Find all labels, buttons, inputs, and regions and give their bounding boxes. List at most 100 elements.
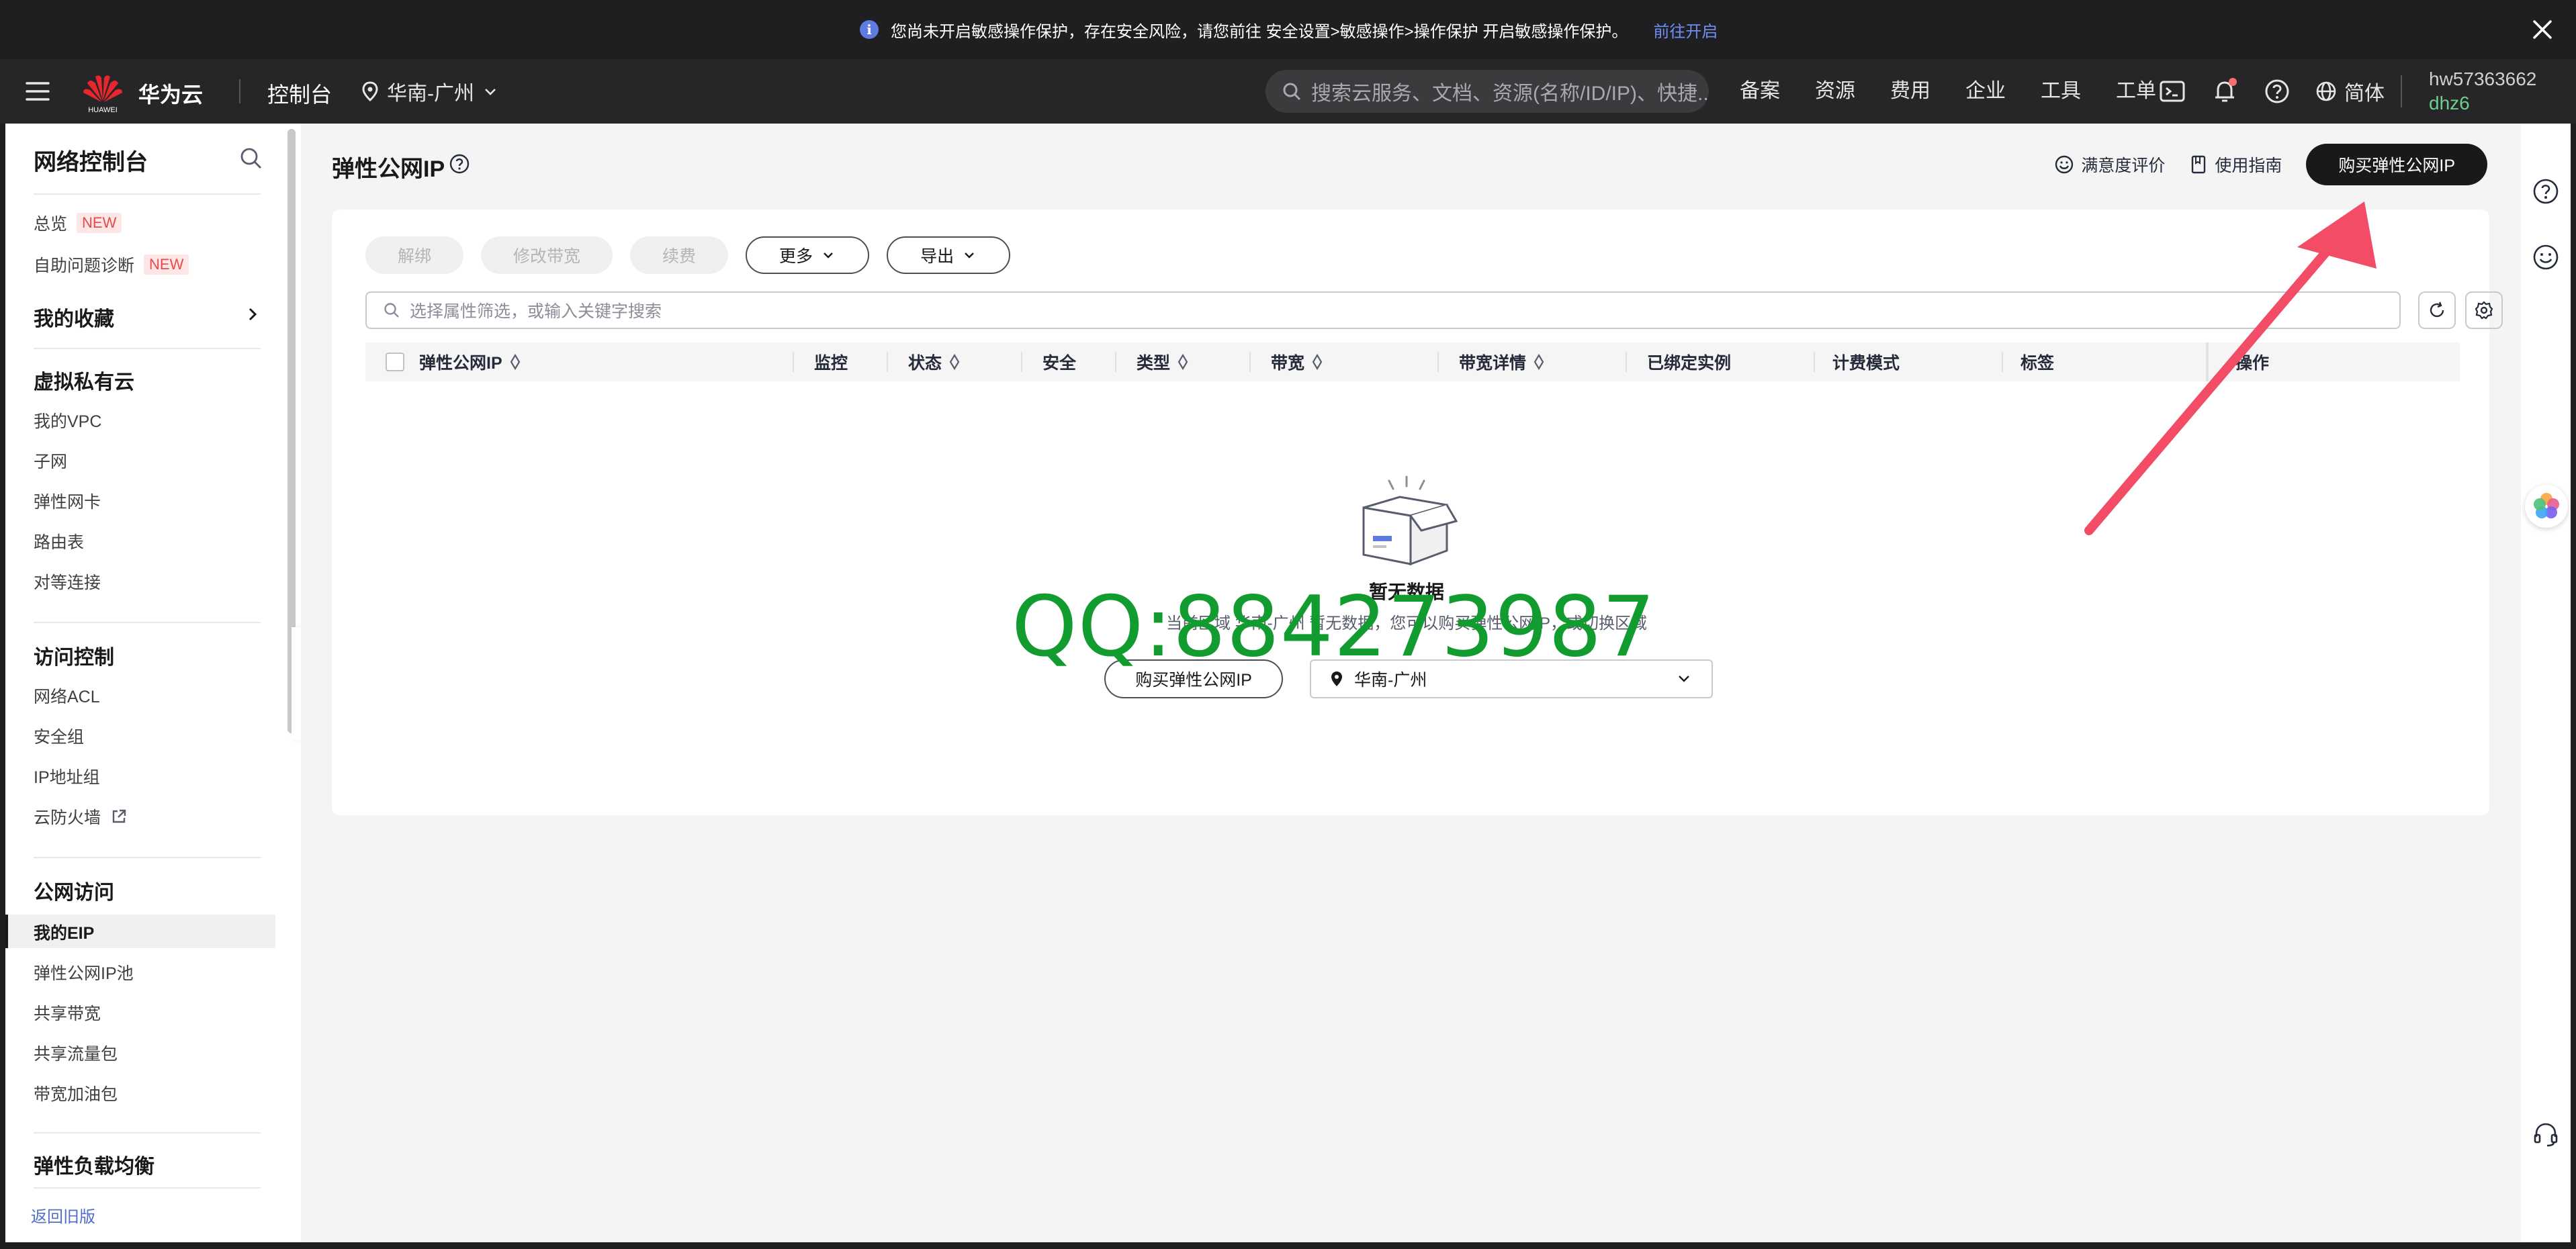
globe-icon (2315, 80, 2338, 103)
refresh-icon (2427, 300, 2447, 320)
user-account[interactable]: hw57363662 dhz6 (2429, 67, 2536, 115)
sidebar-item-cloud-firewall[interactable]: 云防火墙 (34, 804, 128, 829)
more-dropdown[interactable]: 更多 (746, 236, 870, 274)
sort-icon[interactable] (1177, 353, 1189, 371)
column-eip[interactable]: 弹性公网IP (419, 342, 521, 381)
menu-icon[interactable] (24, 79, 51, 103)
sidebar-item-ip-group[interactable]: IP地址组 (34, 764, 100, 788)
terminal-icon[interactable] (2158, 77, 2187, 106)
huawei-logo-icon[interactable] (81, 71, 125, 111)
checkbox[interactable] (386, 353, 404, 371)
sidebar-item-eni[interactable]: 弹性网卡 (34, 489, 101, 513)
renew-button[interactable]: 续费 (630, 236, 729, 274)
column-monitor: 监控 (814, 342, 848, 381)
back-to-old-version-link[interactable]: 返回旧版 (31, 1203, 95, 1227)
column-status[interactable]: 状态 (908, 342, 961, 381)
sidebar-item-my-vpc[interactable]: 我的VPC (34, 408, 101, 432)
ai-assistant-icon[interactable] (2525, 485, 2568, 528)
nav-resources[interactable]: 资源 (1815, 74, 1855, 103)
sidebar-divider (34, 1187, 261, 1189)
column-bandwidth[interactable]: 带宽 (1271, 342, 1323, 381)
smile-icon[interactable] (2532, 243, 2560, 271)
column-type[interactable]: 类型 (1137, 342, 1189, 381)
search-icon (383, 302, 400, 319)
column-separator (2206, 342, 2209, 381)
column-separator (2002, 352, 2003, 372)
column-label: 带宽详情 (1459, 354, 1527, 373)
select-all-checkbox[interactable] (386, 342, 404, 381)
sidebar-item-shared-bandwidth[interactable]: 共享带宽 (34, 1001, 101, 1025)
sidebar-item-overview[interactable]: 总览 NEW (34, 211, 122, 235)
sidebar-item-bandwidth-addon[interactable]: 带宽加油包 (34, 1081, 118, 1105)
sidebar-favorites[interactable]: 我的收藏 (34, 302, 261, 332)
language-switch[interactable]: 简体 (2315, 77, 2385, 106)
info-icon: i (860, 20, 879, 39)
window-edge (0, 1242, 2576, 1249)
modify-bandwidth-button[interactable]: 修改带宽 (481, 236, 613, 274)
close-icon[interactable] (2529, 16, 2556, 43)
sidebar-item-diagnose[interactable]: 自助问题诊断 NEW (34, 252, 189, 277)
console-link[interactable]: 控制台 (267, 78, 332, 109)
nav-beian[interactable]: 备案 (1740, 74, 1780, 103)
settings-button[interactable] (2465, 291, 2503, 329)
sort-icon[interactable] (948, 353, 961, 371)
banner-text: 您尚未开启敏感操作保护，存在安全风险，请您前往 安全设置>敏感操作>操作保护 开… (891, 22, 1628, 41)
sort-icon[interactable] (509, 353, 521, 371)
sidebar-item-shared-data-package[interactable]: 共享流量包 (34, 1041, 118, 1065)
sidebar-divider (34, 857, 261, 858)
column-separator (1814, 352, 1815, 372)
nav-tools[interactable]: 工具 (2041, 74, 2081, 103)
buy-eip-button[interactable]: 购买弹性公网IP (2306, 144, 2487, 185)
nav-enterprise[interactable]: 企业 (1965, 74, 2006, 103)
user-name: hw57363662 (2429, 68, 2537, 89)
sort-icon[interactable] (1311, 353, 1323, 371)
brand-name[interactable]: 华为云 (138, 78, 203, 109)
sidebar-item-peering[interactable]: 对等连接 (34, 569, 101, 594)
new-badge: NEW (77, 213, 122, 233)
region-selector[interactable]: 华南-广州 (361, 75, 498, 107)
column-separator (887, 352, 888, 372)
search-icon[interactable] (239, 146, 263, 171)
help-icon[interactable] (2262, 77, 2292, 106)
enable-protection-link[interactable]: 前往开启 (1653, 18, 1718, 42)
qq-watermark: QQ:884273987 (1012, 579, 1656, 676)
favorites-label: 我的收藏 (34, 308, 114, 330)
sidebar-item-route-table[interactable]: 路由表 (34, 529, 84, 553)
header-divider (239, 79, 240, 103)
sidebar-item-subnet[interactable]: 子网 (34, 449, 67, 473)
sidebar-item-label: 自助问题诊断 (34, 257, 135, 275)
headset-icon[interactable] (2532, 1120, 2560, 1148)
global-search-input[interactable]: 搜索云服务、文档、资源(名称/ID/IP)、快捷... (1265, 70, 1709, 113)
security-notice-banner: i 您尚未开启敏感操作保护，存在安全风险，请您前往 安全设置>敏感操作>操作保护… (0, 0, 2576, 59)
sidebar-item-network-acl[interactable]: 网络ACL (34, 684, 100, 708)
column-bandwidth-details[interactable]: 带宽详情 (1459, 342, 1545, 381)
user-guide-link[interactable]: 使用指南 (2189, 152, 2282, 177)
column-separator (1437, 352, 1439, 372)
column-separator (1626, 352, 1627, 372)
sidebar-group-public-access: 公网访问 (34, 882, 114, 904)
sidebar-divider (34, 1132, 261, 1134)
sort-icon[interactable] (1533, 353, 1545, 371)
column-actions: 操作 (2235, 342, 2269, 381)
header-divider (2401, 75, 2402, 107)
bell-icon[interactable] (2210, 77, 2239, 106)
help-icon[interactable] (2532, 177, 2560, 205)
nav-billing[interactable]: 费用 (1890, 74, 1930, 103)
new-badge: NEW (144, 255, 189, 275)
search-icon (1282, 81, 1302, 101)
sidebar-item-eip-pool[interactable]: 弹性公网IP池 (34, 960, 134, 984)
export-dropdown[interactable]: 导出 (887, 236, 1011, 274)
unbind-button[interactable]: 解绑 (365, 236, 464, 274)
nav-tickets[interactable]: 工单 (2116, 74, 2156, 103)
column-separator (1115, 352, 1116, 372)
satisfaction-survey-link[interactable]: 满意度评价 (2054, 152, 2165, 177)
column-label: 状态 (908, 354, 942, 373)
filter-search-input[interactable]: 选择属性筛选，或输入关键字搜索 (365, 291, 2401, 329)
sidebar-item-security-group[interactable]: 安全组 (34, 724, 84, 748)
refresh-button[interactable] (2418, 291, 2456, 329)
column-label: 类型 (1137, 354, 1171, 373)
smile-icon (2054, 154, 2074, 175)
column-separator (1021, 352, 1022, 372)
help-icon[interactable] (449, 153, 470, 175)
sidebar-item-my-eip[interactable]: 我的EIP (34, 920, 94, 944)
